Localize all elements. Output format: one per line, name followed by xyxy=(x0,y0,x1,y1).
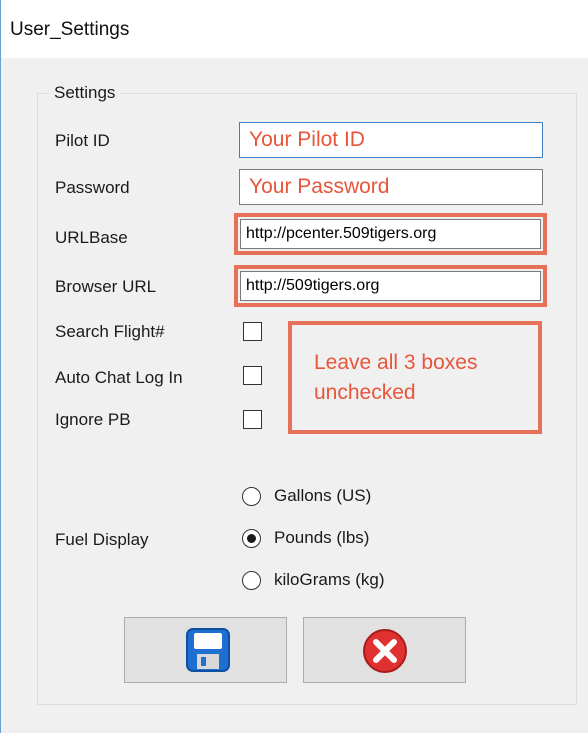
browser-url-input[interactable] xyxy=(241,272,540,300)
radio-selected-dot xyxy=(247,534,256,543)
gallons-radio-label: Gallons (US) xyxy=(274,486,372,505)
annotation-text: Leave all 3 boxes unchecked xyxy=(314,351,478,404)
search-flight-label: Search Flight# xyxy=(55,322,165,341)
pilot-id-input[interactable] xyxy=(240,123,542,157)
search-flight-checkbox[interactable] xyxy=(243,322,262,341)
floppy-disk-icon xyxy=(186,628,230,672)
kilograms-radio[interactable] xyxy=(242,571,261,590)
urlbase-input[interactable] xyxy=(241,220,540,248)
browser-url-field[interactable] xyxy=(240,271,541,301)
browser-url-label: Browser URL xyxy=(55,277,157,296)
urlbase-field[interactable] xyxy=(240,219,541,249)
password-field[interactable] xyxy=(239,169,543,205)
pilot-id-field[interactable] xyxy=(239,122,543,158)
pilot-id-label: Pilot ID xyxy=(55,131,110,150)
ignore-pb-label: Ignore PB xyxy=(55,410,131,429)
password-input[interactable] xyxy=(240,170,542,204)
urlbase-label: URLBase xyxy=(55,228,128,247)
kilograms-radio-label: kiloGrams (kg) xyxy=(274,570,385,589)
user-settings-window: User_Settings Settings Pilot ID Password… xyxy=(0,0,588,733)
pounds-radio-label: Pounds (lbs) xyxy=(274,528,370,547)
ignore-pb-checkbox[interactable] xyxy=(243,410,262,429)
red-x-icon xyxy=(363,629,407,673)
password-label: Password xyxy=(55,178,130,197)
auto-chat-checkbox[interactable] xyxy=(243,366,262,385)
cancel-button[interactable] xyxy=(303,617,466,683)
window-title: User_Settings xyxy=(10,19,130,40)
title-bar: User_Settings xyxy=(1,0,588,58)
fuel-display-label: Fuel Display xyxy=(55,530,149,549)
pounds-radio[interactable] xyxy=(242,529,261,548)
save-button[interactable] xyxy=(124,617,287,683)
gallons-radio[interactable] xyxy=(242,487,261,506)
auto-chat-label: Auto Chat Log In xyxy=(55,368,183,387)
settings-group-legend: Settings xyxy=(49,83,121,103)
